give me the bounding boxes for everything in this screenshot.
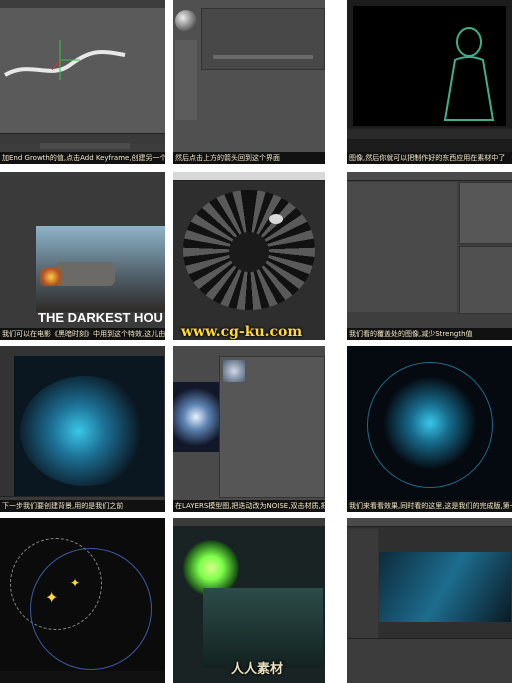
play-controls[interactable] [40,143,130,149]
watermark: www.cg-ku.com [181,324,303,340]
tile-11: 人人素材 [173,518,325,683]
menu-bar[interactable] [173,172,325,181]
tile-caption: 图像,然后你就可以把制作好的东西应用在素材中了 [347,152,512,164]
ribbon-spline [3,40,126,80]
creature-render [203,588,323,668]
slider[interactable] [213,55,313,59]
tile-caption: 加End Growth的值,点击Add Keyframe,创建另一个Keyf [0,152,165,164]
settings-list [175,40,197,120]
tile-caption: 在LAYERS模型图,把迭动改为NOISE,双击材质,把黑色 [173,500,325,512]
composition-view [379,552,511,622]
galaxy-ring [367,362,493,488]
orbit-ring [30,548,152,670]
watermark: 人人素材 [231,662,284,677]
tile-3: 图像,然后你就可以把制作好的东西应用在素材中了 [347,0,512,164]
particle-viewport [347,182,457,312]
tile-caption: 我们可以在电影《黑暗时刻》中用到这个特效,这儿由行 [0,328,165,340]
yellow-star: ✦ [45,588,59,607]
tile-9: 我们来看看效果,同时看的这里,这是我们的完成版,第一 [347,346,512,512]
tile-10: ✦ ✦ [0,518,165,683]
fire-glow [40,268,62,286]
object-manager[interactable] [459,182,512,244]
vortex-core [229,232,269,272]
tile-8: 在LAYERS模型图,把迭动改为NOISE,双击材质,把黑色 [173,346,325,512]
particle-figure [443,27,495,121]
toolbar[interactable] [347,172,512,187]
tile-2: 然后点击上方的箭头回到这个界面 [173,0,325,164]
tile-caption: 下一步我们要创建背景,用的是我们之前 [0,500,165,512]
tile-4: THE DARKEST HOU 我们可以在电影《黑暗时刻》中用到这个特效,这儿由… [0,172,165,340]
timeline[interactable] [347,638,512,683]
tile-5: www.cg-ku.com [173,172,325,340]
tile-7: 下一步我们要创建背景,用的是我们之前 [0,346,165,512]
tile-caption: 我们来看看效果,同时看的这里,这是我们的完成版,第一 [347,500,512,512]
cyan-swirl [20,376,150,486]
yellow-star-2: ✦ [70,576,81,590]
attributes-panel[interactable] [201,8,325,70]
tile-6: 我们看的覆盖处的图像,减少Strength值 [347,172,512,340]
toolbar[interactable] [347,518,512,527]
material-thumbnail [223,360,245,382]
drone-object [269,214,283,224]
car-wreck [55,262,115,286]
galaxy-preview [173,382,219,452]
tile-caption: 我们看的覆盖处的图像,减少Strength值 [347,328,512,340]
tile-caption: 然后点击上方的箭头回到这个界面 [173,152,325,164]
tile-1: 加End Growth的值,点击Add Keyframe,创建另一个Keyf [0,0,165,164]
timeline[interactable] [347,128,512,139]
tile-caption [0,671,165,683]
overlay-title: THE DARKEST HOU [38,310,163,325]
attributes-manager[interactable] [459,246,512,314]
toolbar[interactable] [173,518,325,527]
material-preview [175,10,197,32]
tile-12 [347,518,512,683]
project-panel[interactable] [347,528,379,640]
